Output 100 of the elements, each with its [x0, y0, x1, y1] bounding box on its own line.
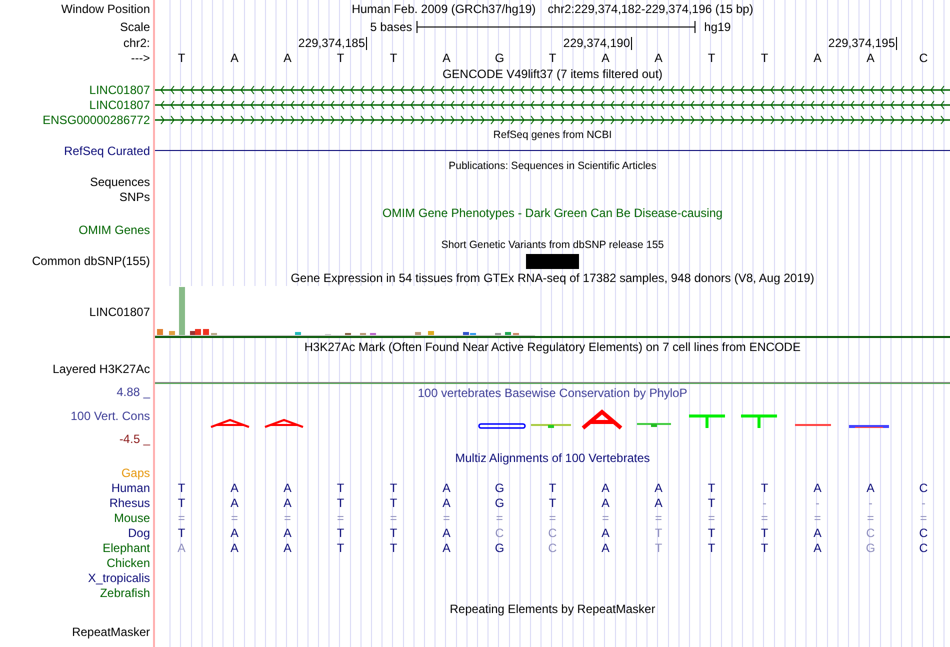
aligned-base: A [176, 540, 186, 554]
base-letter: T [706, 50, 716, 64]
aligned-base: T [176, 526, 186, 540]
aligned-base: A [600, 480, 610, 494]
aligned-base: - [814, 496, 820, 510]
aligned-base: = [336, 510, 345, 524]
track-label: Sequences [90, 174, 150, 188]
aligned-base: G [494, 496, 506, 510]
aligned-base: A [441, 526, 452, 540]
track-label: X_tropicalis [88, 570, 150, 584]
aligned-base: = [230, 510, 239, 524]
aligned-base: - [920, 496, 926, 510]
track-label: OMIM Genes [78, 222, 150, 236]
aligned-base: T [706, 540, 716, 554]
track-label: 100 Vert. Cons [70, 408, 150, 422]
aligned-base: A [600, 496, 610, 510]
aligned-base: A [600, 540, 610, 554]
gene-strand-line[interactable] [155, 84, 950, 94]
base-letter: C [918, 50, 929, 64]
aligned-base: A [865, 480, 876, 494]
aligned-base: = [866, 510, 875, 524]
aligned-base: = [548, 510, 557, 524]
aligned-base: C [918, 526, 929, 540]
track-title: Gene Expression in 54 tissues from GTEx RNA-seq of 17382 samples, 948 donors (V8, Aug 2019) [290, 270, 814, 284]
track-label: Common dbSNP(155) [32, 254, 150, 268]
coordinate-label: 229,374,190 [473, 36, 632, 50]
track-label: Layered H3K27Ac [52, 362, 150, 376]
aligned-base: A [229, 496, 240, 510]
aligned-base: A [282, 480, 292, 494]
track-label: Dog [128, 526, 150, 540]
base-letter: T [176, 50, 186, 64]
track-label: ---> [131, 50, 150, 64]
aligned-base: C [494, 526, 505, 540]
aligned-base: T [548, 480, 558, 494]
aligned-base: T [388, 526, 398, 540]
aligned-base: C [547, 526, 558, 540]
track-title: GENCODE V49lift37 (7 items filtered out) [442, 66, 663, 80]
track-label: Gaps [121, 466, 150, 480]
aligned-base: T [388, 480, 398, 494]
aligned-base: T [176, 480, 186, 494]
aligned-base: A [812, 480, 822, 494]
base-letter: T [548, 50, 558, 64]
aligned-base: T [388, 496, 398, 510]
aligned-base: = [282, 510, 292, 524]
gene-label[interactable]: LINC01807 [89, 98, 150, 112]
base-letter: A [229, 50, 240, 64]
aligned-base: = [812, 510, 822, 524]
gene-strand-line[interactable] [155, 114, 950, 124]
aligned-base: A [812, 526, 822, 540]
aligned-base: A [441, 540, 452, 554]
variant-block[interactable] [526, 254, 579, 268]
assembly-db-text: hg19 [704, 20, 731, 34]
track-title: OMIM Gene Phenotypes - Dark Green Can Be Disease-causing [382, 206, 723, 220]
track-title: 100 vertebrates Basewise Conservation by PhyloP [418, 386, 688, 400]
aligned-base: T [336, 526, 346, 540]
scale-text: 5 bases [370, 20, 412, 34]
base-letter: A [812, 50, 822, 64]
aligned-base: T [336, 496, 346, 510]
track-label: chr2: [123, 36, 150, 50]
aligned-base: A [600, 526, 610, 540]
track-label: Human [111, 480, 150, 494]
gene-label[interactable]: LINC01807 [89, 82, 150, 96]
aligned-base: = [600, 510, 610, 524]
track-title: Repeating Elements by RepeatMasker [450, 602, 656, 616]
aligned-base: T [654, 526, 664, 540]
coordinate-label: 229,374,185 [208, 36, 367, 50]
aligned-base: A [282, 496, 292, 510]
aligned-base: G [864, 540, 876, 554]
aligned-base: A [229, 480, 240, 494]
track-title: Multiz Alignments of 100 Vertebrates [455, 450, 650, 464]
aligned-base: A [441, 480, 452, 494]
base-letter: A [653, 50, 664, 64]
assembly-text: Human Feb. 2009 (GRCh37/hg19) [352, 2, 536, 16]
aligned-base: = [176, 510, 186, 524]
base-letter: T [388, 50, 398, 64]
gene-strand-line[interactable] [155, 100, 950, 110]
base-letter: T [760, 50, 770, 64]
base-letter: A [600, 50, 610, 64]
track-label: Mouse [114, 510, 150, 524]
aligned-base: = [918, 510, 928, 524]
position-text: chr2:229,374,182-229,374,196 (15 bp) [548, 2, 754, 16]
aligned-base: A [653, 480, 664, 494]
axis-max-label: 4.88 _ [116, 385, 150, 399]
track-label: Scale [120, 20, 150, 34]
aligned-base: = [388, 510, 398, 524]
track-title: H3K27Ac Mark (Often Found Near Active Regulatory Elements) on 7 cell lines from ENCODE [304, 340, 801, 354]
aligned-base: = [706, 510, 716, 524]
aligned-base: T [654, 540, 664, 554]
track-label: Zebrafish [100, 586, 150, 600]
coordinate-label: 229,374,195 [738, 36, 897, 50]
aligned-base: T [706, 496, 716, 510]
track-title: RefSeq genes from NCBI [493, 129, 612, 141]
base-letter: G [494, 50, 506, 64]
aligned-base: T [548, 496, 558, 510]
track-label: Rhesus [109, 496, 150, 510]
aligned-base: - [868, 496, 874, 510]
gene-label[interactable]: ENSG00000286772 [42, 112, 150, 126]
aligned-base: T [388, 540, 398, 554]
aligned-base: A [229, 526, 240, 540]
track-label: RepeatMasker [72, 624, 150, 638]
